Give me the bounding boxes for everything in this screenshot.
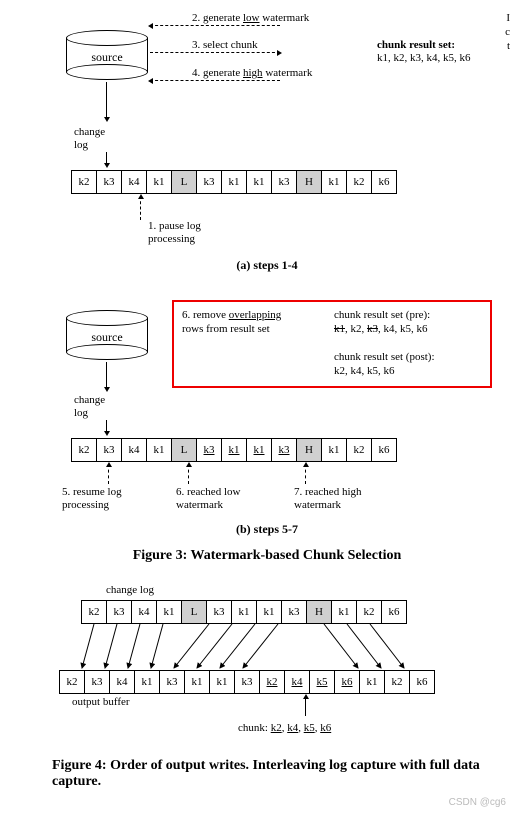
- cell: k3: [196, 438, 222, 462]
- cell: k1: [359, 670, 385, 694]
- arrow-step6: [188, 464, 189, 484]
- label-step6: 6. reached low watermark: [176, 486, 240, 512]
- down-arrow-b2: [106, 420, 107, 434]
- arrow-step3: [150, 52, 280, 53]
- cells-a: k2k3k4k1Lk3k1k1k3Hk1k2k6: [72, 170, 397, 194]
- cell: k1: [221, 438, 247, 462]
- cell: k1: [331, 600, 357, 624]
- arrow-step1: [140, 196, 141, 220]
- cell: k3: [234, 670, 260, 694]
- cell: k3: [96, 170, 122, 194]
- watermark: CSDN @cg6: [449, 797, 506, 808]
- down-arrow-a: [106, 82, 107, 120]
- cell: k2: [356, 600, 382, 624]
- arrow-step2: [150, 25, 280, 26]
- cell: k1: [156, 600, 182, 624]
- source-label-a: source: [66, 50, 148, 65]
- cell: k6: [334, 670, 360, 694]
- cells-c-top: k2k3k4k1Lk3k1k1k3Hk1k2k6: [82, 600, 407, 624]
- cell: k3: [196, 170, 222, 194]
- chunk-arrow: [305, 696, 306, 716]
- arrow-step4: [150, 80, 280, 81]
- cell: k3: [84, 670, 110, 694]
- cell: k1: [221, 170, 247, 194]
- cell: k3: [281, 600, 307, 624]
- cell: k1: [146, 170, 172, 194]
- cell: k1: [321, 170, 347, 194]
- cell: k3: [159, 670, 185, 694]
- cell: k2: [71, 438, 97, 462]
- cell: k2: [346, 170, 372, 194]
- cell: k4: [131, 600, 157, 624]
- changelog-label-a: change log: [74, 126, 105, 152]
- cell: k1: [246, 170, 272, 194]
- output-buffer-label: output buffer: [72, 696, 130, 709]
- cell: k2: [384, 670, 410, 694]
- cell: k1: [256, 600, 282, 624]
- label-step2: 2. generate low watermark: [192, 12, 309, 25]
- cell: k1: [146, 438, 172, 462]
- cell: k1: [184, 670, 210, 694]
- cell: k3: [271, 170, 297, 194]
- cell: L: [181, 600, 207, 624]
- cell: k3: [271, 438, 297, 462]
- cell: k5: [309, 670, 335, 694]
- cell: k1: [209, 670, 235, 694]
- arrow-step7: [305, 464, 306, 484]
- cell: k1: [231, 600, 257, 624]
- source-label-b: source: [66, 330, 148, 345]
- cell: k6: [371, 170, 397, 194]
- label-step7: 7. reached high watermark: [294, 486, 362, 512]
- cell: k6: [409, 670, 435, 694]
- cell: k1: [134, 670, 160, 694]
- cell: k6: [371, 438, 397, 462]
- cell: k4: [121, 438, 147, 462]
- connectors: [60, 622, 480, 672]
- cell: k6: [381, 600, 407, 624]
- down-arrow-b: [106, 362, 107, 390]
- cells-b: k2k3k4k1Lk3k1k1k3Hk1k2k6: [72, 438, 397, 462]
- cells-c-bot: k2k3k4k1k3k1k1k3k2k4k5k6k1k2k6: [60, 670, 435, 694]
- page: source 2. generate low watermark 3. sele…: [0, 0, 510, 24]
- cell: H: [296, 170, 322, 194]
- cell: L: [171, 438, 197, 462]
- label-step5: 5. resume log processing: [62, 486, 122, 512]
- cell: H: [306, 600, 332, 624]
- caption-a: (a) steps 1-4: [12, 258, 516, 273]
- cell: k2: [71, 170, 97, 194]
- cell: L: [171, 170, 197, 194]
- cell: k2: [259, 670, 285, 694]
- down-arrow-a2: [106, 152, 107, 166]
- changelog-label-c: change log: [106, 584, 154, 597]
- chunk-label: chunk: k2, k4, k5, k6: [238, 722, 331, 735]
- label-step3: 3. select chunk: [192, 39, 258, 52]
- cell: k2: [81, 600, 107, 624]
- figure-4-caption: Figure 4: Order of output writes. Interl…: [12, 758, 506, 790]
- red-box: 6. remove overlappingrows from result se…: [172, 300, 492, 388]
- chunk-result-a: chunk result set:k1, k2, k3, k4, k5, k6: [377, 39, 471, 65]
- cell: H: [296, 438, 322, 462]
- label-step4: 4. generate high watermark: [192, 67, 312, 80]
- cell: k4: [109, 670, 135, 694]
- cell: k3: [206, 600, 232, 624]
- cell: k1: [246, 438, 272, 462]
- figure-3-caption: Figure 3: Watermark-based Chunk Selectio…: [12, 548, 516, 564]
- cell: k2: [59, 670, 85, 694]
- cell: k1: [321, 438, 347, 462]
- caption-b: (b) steps 5-7: [12, 522, 516, 537]
- label-step1: 1. pause log processing: [148, 220, 201, 246]
- cell: k2: [346, 438, 372, 462]
- arrow-step5: [108, 464, 109, 484]
- cell: k3: [106, 600, 132, 624]
- changelog-label-b: change log: [74, 394, 105, 420]
